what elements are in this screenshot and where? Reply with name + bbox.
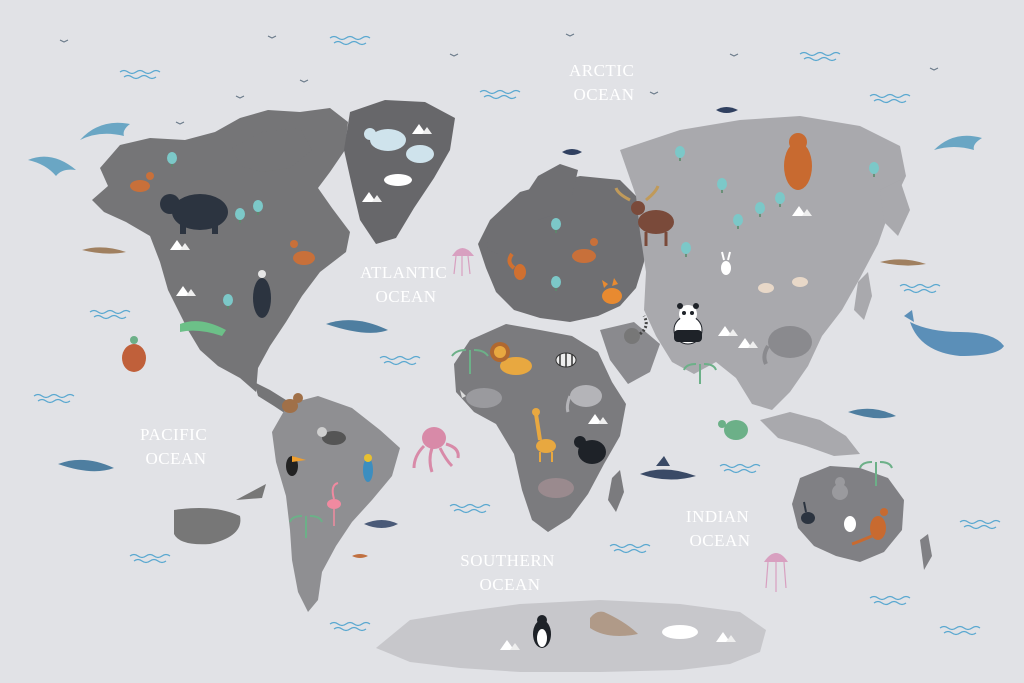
octopus-icon bbox=[412, 427, 460, 473]
birds bbox=[59, 33, 939, 125]
sperm-whale-icon bbox=[174, 484, 266, 545]
ocean-label-pacific: PACIFIC OCEAN bbox=[140, 425, 212, 468]
antarctica bbox=[376, 600, 766, 672]
whale-icon bbox=[904, 310, 1004, 356]
southeast-asia-islands bbox=[760, 412, 860, 456]
greenland bbox=[344, 100, 455, 244]
kamchatka bbox=[880, 180, 910, 236]
madagascar bbox=[608, 470, 624, 512]
ocean-label-indian: INDIAN OCEAN bbox=[686, 507, 754, 550]
asia bbox=[620, 116, 906, 410]
hippo-icon bbox=[538, 478, 574, 498]
swordfish-icon bbox=[640, 456, 696, 480]
parrot-icon bbox=[363, 454, 373, 482]
ocean-label-arctic: ARCTIC OCEAN bbox=[569, 61, 639, 104]
new-zealand bbox=[920, 534, 932, 570]
ocean-label-southern: SOUTHERN OCEAN bbox=[460, 551, 559, 594]
ocean-label-atlantic: ATLANTIC OCEAN bbox=[360, 263, 452, 306]
zebra-icon bbox=[555, 352, 577, 368]
world-map: ARCTIC OCEAN ATLANTIC OCEAN PACIFIC OCEA… bbox=[28, 33, 1004, 672]
pelican-icon bbox=[844, 516, 856, 532]
